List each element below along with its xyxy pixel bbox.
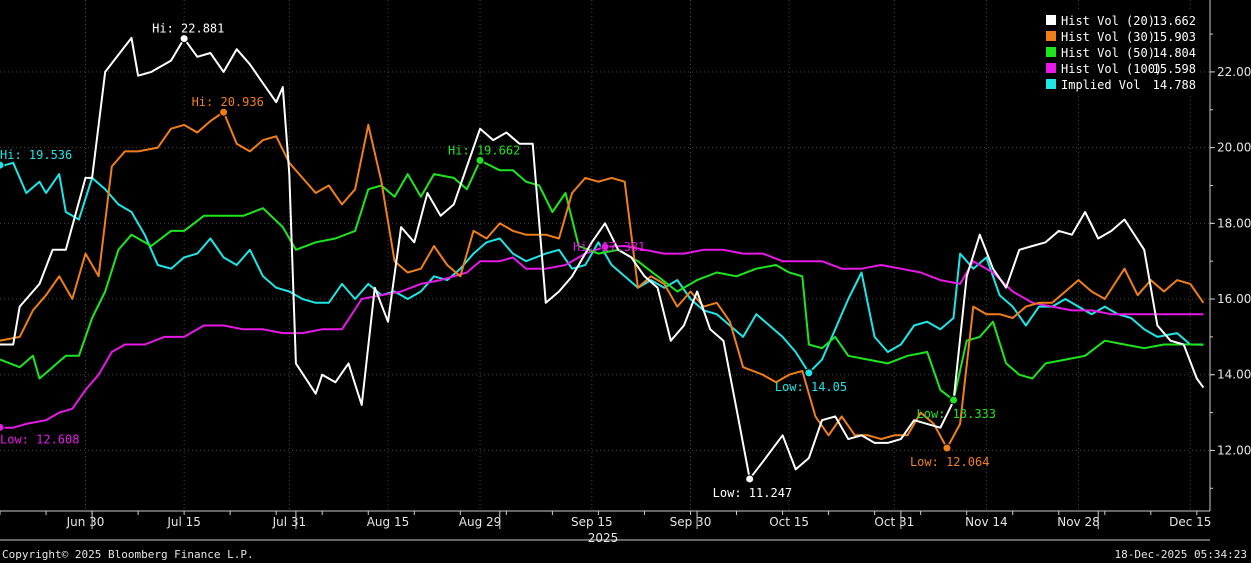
annotation-label: Hi: 20.936 [192, 95, 264, 109]
annotation-label: Low: 11.247 [713, 486, 792, 500]
annotation-marker [0, 422, 5, 432]
legend-series-name: Hist Vol (50) [1061, 46, 1155, 60]
annotation-marker [745, 474, 755, 484]
x-tick-label: Jul 15 [166, 515, 201, 529]
legend-series-value: 15.598 [1153, 62, 1196, 76]
timestamp-text: 18-Dec-2025 05:34:23 [1114, 548, 1247, 561]
x-tick-label: Sep 30 [670, 515, 712, 529]
x-tick-label: Jun 30 [66, 515, 105, 529]
x-tick-label: Oct 31 [874, 515, 914, 529]
x-tick-label: Dec 15 [1169, 515, 1211, 529]
legend-series-value: 15.903 [1153, 30, 1196, 44]
y-tick-label: 16.000 [1217, 292, 1251, 306]
legend-series-name: Implied Vol [1061, 78, 1140, 92]
x-tick-label: Sep 15 [571, 515, 613, 529]
legend-series-value: 14.804 [1153, 46, 1196, 60]
annotation-marker [179, 34, 189, 44]
y-tick-label: 20.000 [1217, 141, 1251, 155]
x-tick-label: Aug 15 [367, 515, 410, 529]
y-tick-label: 18.000 [1217, 216, 1251, 230]
x-tick-label: Jul 31 [272, 515, 307, 529]
annotation-label: Low: 14.05 [775, 380, 847, 394]
annotation-label: Hi: 17.381 [573, 240, 645, 254]
legend-swatch [1046, 47, 1056, 57]
annotation-label: Low: 12.064 [910, 455, 989, 469]
legend-swatch [1046, 15, 1056, 25]
legend-series-value: 14.788 [1153, 78, 1196, 92]
legend-series-name: Hist Vol (30) [1061, 30, 1155, 44]
annotation-marker [0, 160, 5, 170]
x-axis-year-label: 2025 [588, 531, 619, 545]
x-tick-label: Oct 15 [769, 515, 809, 529]
x-tick-label: Nov 14 [965, 515, 1008, 529]
legend-swatch [1046, 79, 1056, 89]
legend-series-name: Hist Vol (100) [1061, 62, 1162, 76]
annotation-marker [949, 395, 959, 405]
annotation-label: Hi: 19.536 [0, 148, 72, 162]
annotation-label: Low: 12.608 [0, 432, 79, 446]
annotation-label: Hi: 19.662 [448, 143, 520, 157]
legend-series-value: 13.662 [1153, 14, 1196, 28]
y-tick-label: 22.000 [1217, 65, 1251, 79]
x-tick-label: Aug 29 [459, 515, 502, 529]
legend-series-name: Hist Vol (20) [1061, 14, 1155, 28]
legend: Hist Vol (20)13.662 Hist Vol (30)15.903 Hi… [1040, 10, 1200, 94]
y-tick-label: 14.000 [1217, 368, 1251, 382]
copyright-text: Copyright© 2025 Bloomberg Finance L.P. [2, 548, 254, 561]
annotation-marker [942, 443, 952, 453]
y-tick-label: 12.000 [1217, 443, 1251, 457]
volatility-chart: 12.000 14.000 16.000 18.000 20.000 22.000 Jun … [0, 0, 1251, 563]
legend-swatch [1046, 63, 1056, 73]
annotation-label: Low: 13.333 [917, 407, 996, 421]
annotation-marker [475, 155, 485, 165]
legend-swatch [1046, 31, 1056, 41]
annotation-marker [219, 107, 229, 117]
x-tick-label: Nov 28 [1057, 515, 1100, 529]
annotation-label: Hi: 22.881 [152, 22, 224, 36]
annotation-marker [804, 368, 814, 378]
